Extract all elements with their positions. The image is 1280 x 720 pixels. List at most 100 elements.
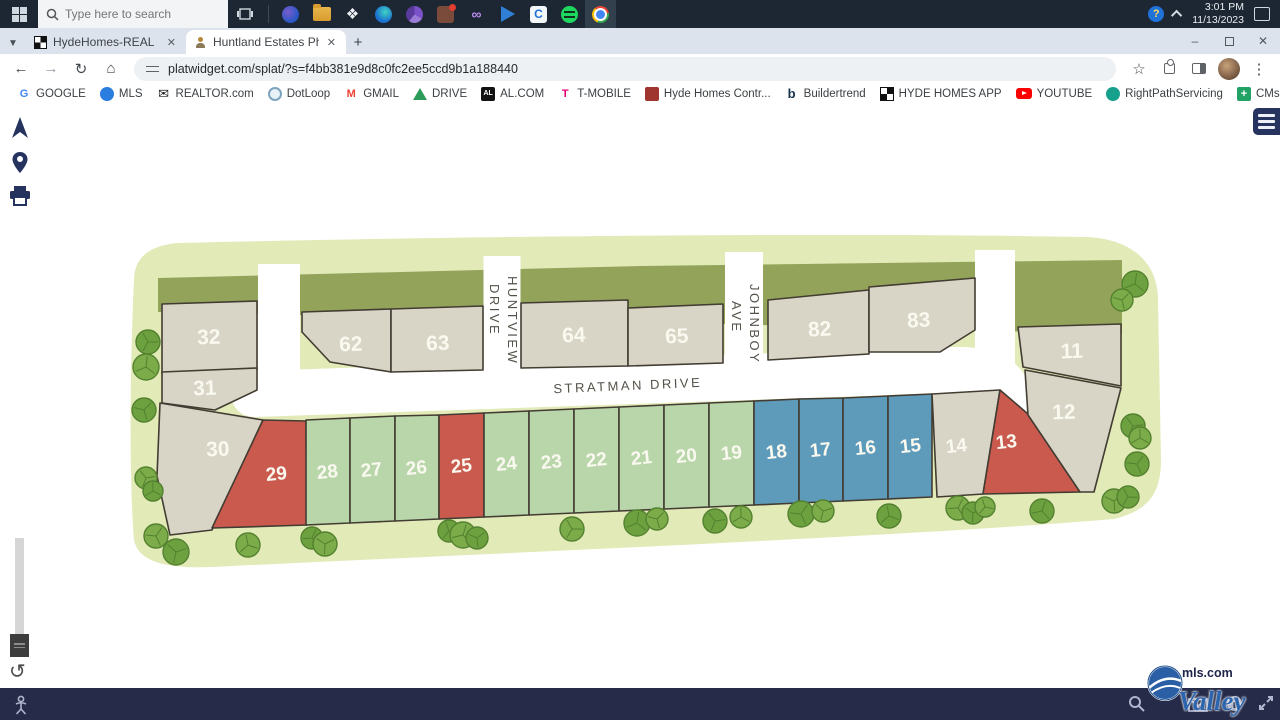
forward-icon[interactable]: → <box>38 56 64 82</box>
tree <box>646 508 668 530</box>
lot-number: 63 <box>426 332 450 356</box>
map-controls <box>8 116 32 206</box>
lot-number: 14 <box>945 435 969 458</box>
chrome-icon <box>592 6 609 23</box>
lot-number: 82 <box>807 317 832 341</box>
lot-number: 22 <box>585 449 608 472</box>
drive-favicon <box>413 88 427 100</box>
bookmark-label: Buildertrend <box>804 88 866 100</box>
taskbar-app-file-explorer[interactable] <box>306 0 337 28</box>
bookmark-item[interactable]: RightPathServicing <box>1099 85 1230 103</box>
tree <box>143 481 163 501</box>
lot-number: 20 <box>675 445 698 468</box>
taskbar-app-spotify[interactable] <box>554 0 585 28</box>
tree <box>730 506 752 528</box>
bookmark-item[interactable]: GOOGLE <box>10 85 93 103</box>
bookmark-label: DotLoop <box>287 88 330 100</box>
lot-number: 30 <box>206 438 230 462</box>
taskbar-app-firefox[interactable] <box>275 0 306 28</box>
tab-huntland-estates[interactable]: Huntland Estates Phase 2 on P ✕ <box>186 30 346 54</box>
address-bar[interactable]: platwidget.com/splat/?s=f4bb381e9d8c0fc2… <box>134 57 1116 81</box>
taskbar-app-chrome[interactable] <box>585 0 616 28</box>
snip-icon <box>501 6 515 22</box>
side-panel-icon[interactable] <box>1186 56 1212 82</box>
bookmark-star-icon[interactable]: ☆ <box>1126 56 1152 82</box>
bookmark-item[interactable]: DotLoop <box>261 85 337 103</box>
tray-expand-icon[interactable] <box>1171 10 1182 21</box>
help-icon[interactable]: ? <box>1148 6 1164 22</box>
home-icon[interactable]: ⌂ <box>98 56 124 82</box>
plat-map-content: 3231302928272625242322212019181716151413… <box>0 104 1280 688</box>
task-view-icon[interactable] <box>228 0 262 28</box>
widget-bottom-bar <box>0 688 1280 720</box>
hamburger-menu-button[interactable] <box>1253 108 1280 135</box>
location-pin-icon[interactable] <box>11 151 29 175</box>
taskbar-app-store[interactable] <box>430 0 461 28</box>
notifications-icon[interactable] <box>1254 7 1270 21</box>
bookmark-item[interactable]: DRIVE <box>406 85 474 103</box>
north-arrow-icon[interactable] <box>9 116 31 140</box>
bookmark-item[interactable]: HYDE HOMES APP <box>873 85 1009 103</box>
tab-search-chevron-icon[interactable]: ▼ <box>0 32 26 54</box>
menu-dots-icon[interactable]: ⋮ <box>1246 56 1272 82</box>
clock-date: 11/13/2023 <box>1192 14 1244 27</box>
tree <box>975 497 995 517</box>
lot-number: 24 <box>495 453 519 476</box>
taskbar-app-edge[interactable] <box>368 0 399 28</box>
close-tab-icon[interactable]: ✕ <box>165 36 178 49</box>
tab-hydehomes[interactable]: HydeHomes-REAL ✕ <box>26 30 186 54</box>
site-info-icon[interactable] <box>146 64 160 74</box>
widget-search-icon[interactable] <box>1128 695 1145 712</box>
lot-number: 31 <box>193 377 217 401</box>
close-tab-icon[interactable]: ✕ <box>325 36 338 49</box>
close-window-button[interactable]: ✕ <box>1246 28 1280 54</box>
hydecontr-favicon <box>645 87 659 101</box>
valley-text: Valley <box>1178 688 1246 715</box>
bookmark-item[interactable]: YOUTUBE <box>1009 85 1100 103</box>
street-label-huntview-drive: DRIVE <box>487 284 502 336</box>
lot-number: 26 <box>405 457 428 480</box>
tree <box>1117 486 1139 508</box>
print-icon[interactable] <box>9 186 31 206</box>
bookmark-item[interactable]: AL.COM <box>474 85 551 103</box>
mls-com-text: mls.com <box>1182 666 1246 680</box>
bookmark-item[interactable]: REALTOR.com <box>150 85 261 103</box>
firefox-icon <box>282 6 299 23</box>
maximize-button[interactable] <box>1212 28 1246 54</box>
reset-rotation-icon[interactable]: ↺ <box>9 659 26 684</box>
bookmark-item[interactable]: MLS <box>93 85 150 103</box>
zoom-slider-handle[interactable] <box>10 634 29 657</box>
bookmark-item[interactable]: CMs for Hyde Homes <box>1230 85 1280 103</box>
browser-toolbar: ← → ↻ ⌂ platwidget.com/splat/?s=f4bb381e… <box>0 54 1280 83</box>
person-favicon <box>194 36 207 49</box>
taskbar-app-dropbox[interactable]: ❖ <box>337 0 368 28</box>
bookmark-item[interactable]: Hyde Homes Contr... <box>638 85 778 103</box>
taskbar-search[interactable] <box>38 0 228 28</box>
extensions-icon[interactable] <box>1156 56 1182 82</box>
taskbar-app-loop[interactable]: ∞ <box>461 0 492 28</box>
taskbar-search-input[interactable] <box>65 7 215 21</box>
bookmark-label: DRIVE <box>432 88 467 100</box>
start-button[interactable] <box>0 0 38 28</box>
lot-number: 65 <box>665 325 689 349</box>
back-icon[interactable]: ← <box>8 56 34 82</box>
taskbar-clock[interactable]: 3:01 PM 11/13/2023 <box>1192 1 1244 27</box>
taskbar-app-office[interactable] <box>399 0 430 28</box>
profile-avatar[interactable] <box>1216 56 1242 82</box>
bookmark-item[interactable]: Buildertrend <box>778 85 873 103</box>
lot-number: 83 <box>906 308 931 332</box>
bookmark-item[interactable]: T-MOBILE <box>551 85 638 103</box>
tree <box>163 539 189 565</box>
taskbar-app-snipping-tool[interactable] <box>492 0 523 28</box>
reload-icon[interactable]: ↻ <box>68 56 94 82</box>
surveyor-icon[interactable] <box>12 695 30 715</box>
google-favicon <box>17 87 31 101</box>
zoom-slider-track[interactable] <box>15 538 24 638</box>
new-tab-button[interactable]: + <box>346 30 370 54</box>
bookmark-item[interactable]: GMAIL <box>337 85 406 103</box>
windows-taskbar: ❖ ∞ C ? 3:01 PM 11/13/2023 <box>0 0 1280 28</box>
lot-number: 18 <box>765 441 788 464</box>
mls-favicon <box>100 87 114 101</box>
minimize-button[interactable]: – <box>1178 28 1212 54</box>
taskbar-app-clickup[interactable]: C <box>523 0 554 28</box>
